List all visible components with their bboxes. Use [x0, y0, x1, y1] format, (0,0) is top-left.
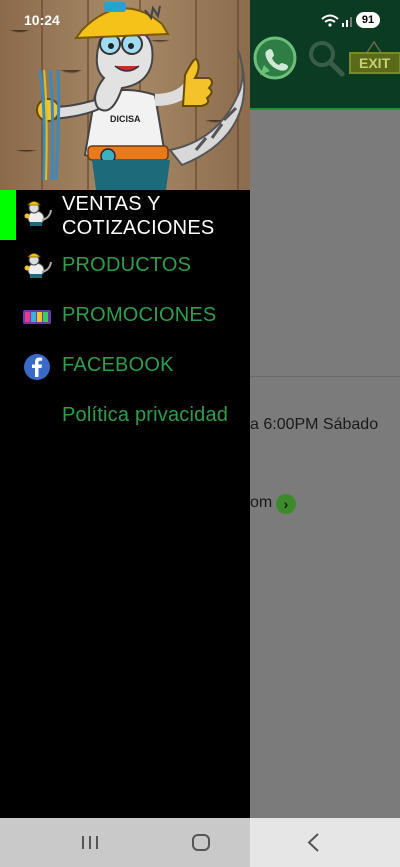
menu-label: Política privacidad [62, 404, 229, 426]
whatsapp-icon[interactable] [252, 35, 298, 81]
menu-label-line2: COTIZACIONES [62, 217, 215, 239]
navigation-drawer: DICISA 10:24 VENTAS Y COTIZACIONES PRODU… [0, 0, 250, 818]
menu-label: FACEBOOK [62, 354, 174, 376]
svg-text:DICISA: DICISA [110, 114, 141, 124]
menu-item-promociones[interactable]: PROMOCIONES [0, 298, 250, 338]
recents-icon[interactable] [70, 818, 110, 867]
email-text: om [250, 494, 273, 511]
home-icon[interactable] [181, 818, 221, 867]
menu-item-productos[interactable]: PRODUCTOS [0, 248, 250, 288]
status-time: 10:24 [24, 12, 60, 28]
back-icon[interactable] [294, 818, 334, 867]
mascot-banner: DICISA [0, 0, 250, 190]
business-hours-text: a 6:00PM Sábado [250, 416, 379, 433]
menu-item-ventas-cotizaciones[interactable]: VENTAS Y COTIZACIONES [0, 190, 250, 240]
facebook-icon [24, 354, 50, 380]
promo-icon [23, 310, 51, 324]
menu-label: PROMOCIONES [62, 304, 217, 326]
search-icon[interactable] [306, 38, 346, 78]
menu-label-line1: VENTAS Y [62, 193, 161, 215]
chevron-right-icon[interactable]: › [276, 494, 296, 514]
menu-item-politica-privacidad[interactable]: Política privacidad [0, 398, 250, 438]
mascot-icon [24, 201, 52, 226]
battery-badge: 91 [356, 12, 380, 28]
exit-button[interactable]: EXIT [349, 52, 400, 74]
content-divider [250, 376, 400, 377]
menu-item-facebook[interactable]: FACEBOOK [0, 348, 250, 388]
menu-label: PRODUCTOS [62, 254, 192, 276]
mascot-icon [24, 253, 52, 278]
